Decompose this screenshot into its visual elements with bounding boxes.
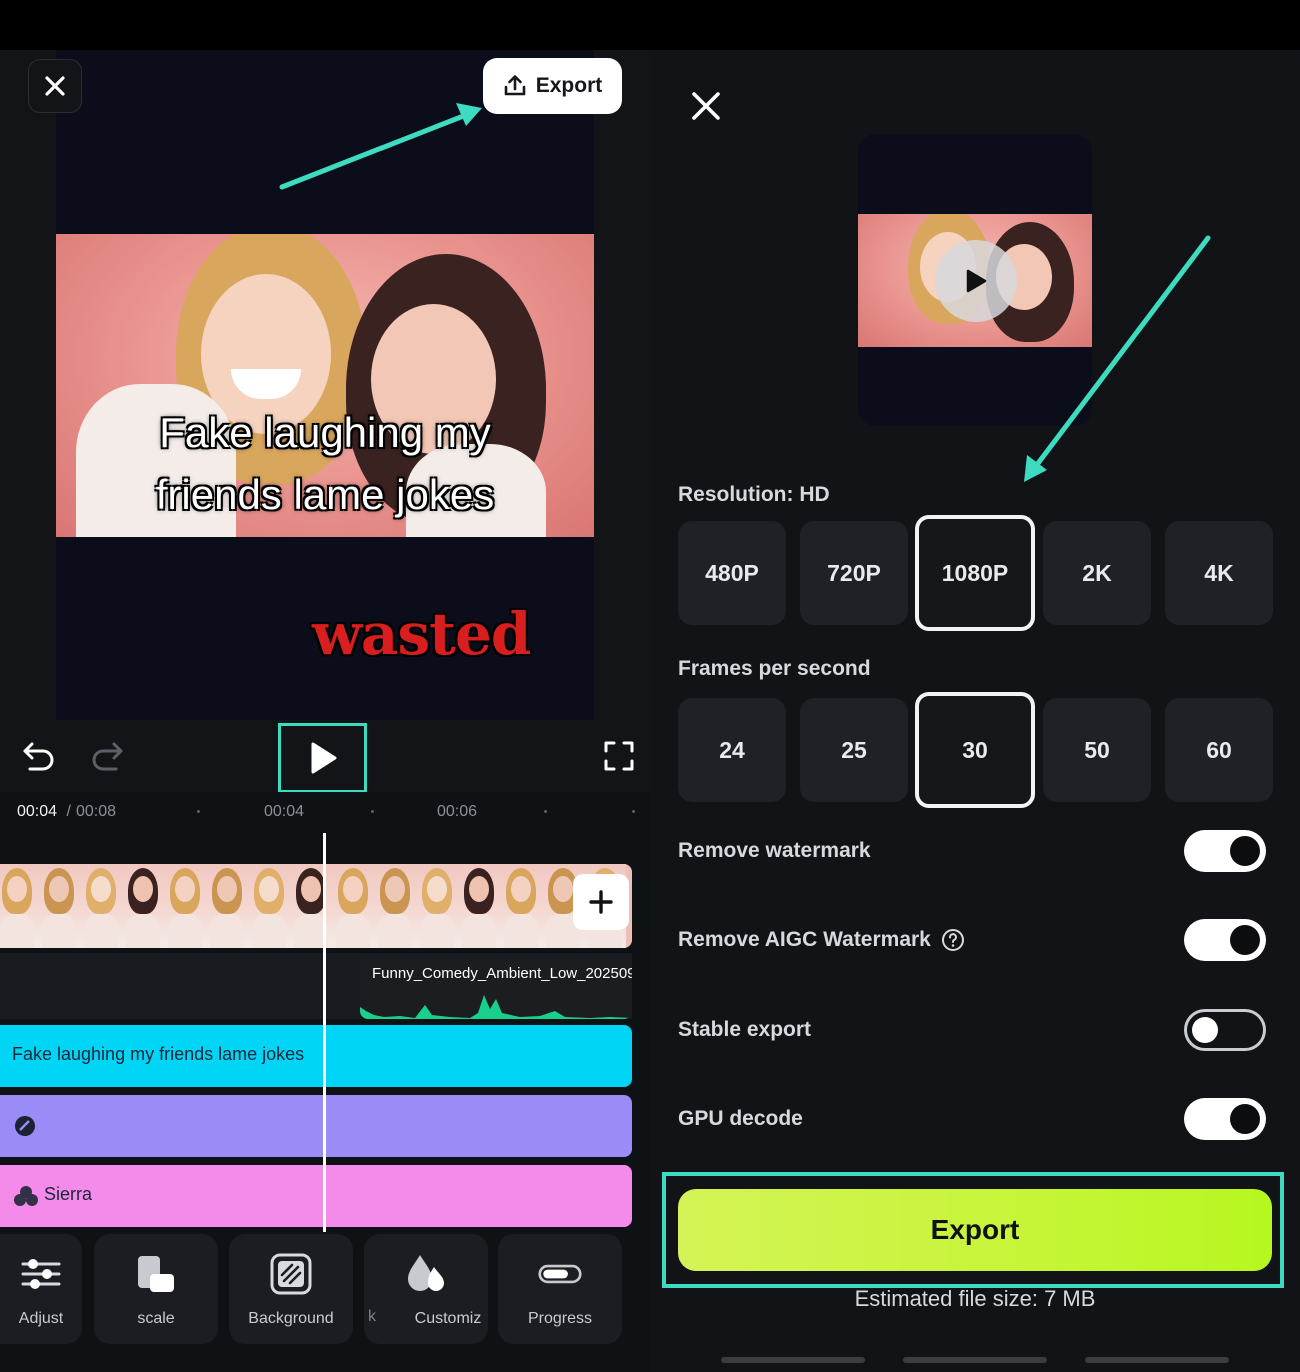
time-separator: / xyxy=(62,803,76,820)
video-thumbnail xyxy=(164,864,206,948)
video-thumbnail xyxy=(0,864,38,948)
tool-label: scale xyxy=(137,1310,175,1327)
video-thumbnail xyxy=(38,864,80,948)
video-thumbnail xyxy=(500,864,542,948)
tool-label-clipped: k xyxy=(368,1308,376,1325)
text-track[interactable]: Fake laughing my friends lame jokes xyxy=(0,1025,632,1087)
video-thumbnail xyxy=(80,864,122,948)
video-track[interactable] xyxy=(0,864,632,948)
remove-aigc-watermark-label: Remove AIGC Watermark xyxy=(678,928,965,952)
video-thumbnail xyxy=(374,864,416,948)
gpu-decode-toggle[interactable] xyxy=(1184,1098,1266,1140)
play-icon xyxy=(966,269,987,293)
ruler-mark: 00:06 xyxy=(437,803,478,820)
resolution-title: Resolution: HD xyxy=(678,483,830,506)
question-circle-icon[interactable] xyxy=(941,928,965,952)
tool-customize[interactable]: k Customiz xyxy=(364,1234,488,1344)
progress-icon xyxy=(538,1252,582,1296)
effect-icon xyxy=(15,1116,35,1136)
remove-aigc-watermark-toggle[interactable] xyxy=(1184,919,1266,961)
nav-indicator xyxy=(1085,1357,1229,1363)
export-button[interactable]: Export xyxy=(678,1189,1272,1271)
tool-adjust[interactable]: Adjust xyxy=(0,1234,82,1344)
current-time: 00:04 xyxy=(17,803,58,820)
toolbar: Adjust scale Background k Customiz Progr… xyxy=(0,1232,650,1372)
tool-scale[interactable]: scale xyxy=(94,1234,218,1344)
remove-watermark-toggle[interactable] xyxy=(1184,830,1266,872)
play-button[interactable] xyxy=(278,723,367,793)
fps-30[interactable]: 30 xyxy=(915,692,1035,808)
export-preview xyxy=(858,134,1092,426)
undo-icon[interactable] xyxy=(22,740,56,772)
video-thumbnail xyxy=(416,864,458,948)
video-thumbnail xyxy=(122,864,164,948)
tool-background[interactable]: Background xyxy=(229,1234,353,1344)
fps-title: Frames per second xyxy=(678,657,871,680)
export-settings-panel: Resolution: HD 480P 720P 1080P 2K 4K Fra… xyxy=(650,50,1300,1372)
adjust-icon xyxy=(19,1252,63,1296)
resolution-1080p[interactable]: 1080P xyxy=(915,515,1035,631)
text-track-label: Fake laughing my friends lame jokes xyxy=(12,1044,305,1064)
customize-icon xyxy=(404,1252,448,1296)
fps-24[interactable]: 24 xyxy=(678,698,786,802)
stable-export-toggle[interactable] xyxy=(1184,1009,1266,1051)
fps-50[interactable]: 50 xyxy=(1043,698,1151,802)
fullscreen-icon[interactable] xyxy=(603,740,635,772)
upload-icon xyxy=(504,75,526,96)
nav-indicator xyxy=(721,1357,865,1363)
video-frame[interactable]: Fake laughing my friends lame jokes wast… xyxy=(56,50,594,720)
caption-line-2: friends lame jokes xyxy=(155,471,495,518)
redo-icon[interactable] xyxy=(90,740,124,772)
ruler-mark: 00:04 xyxy=(264,803,305,820)
resolution-2k[interactable]: 2K xyxy=(1043,521,1151,625)
resolution-720p[interactable]: 720P xyxy=(800,521,908,625)
video-thumbnail xyxy=(206,864,248,948)
tool-label: Background xyxy=(248,1310,334,1327)
add-clip-button[interactable] xyxy=(573,874,629,930)
play-icon xyxy=(311,742,336,774)
preview-play-button[interactable] xyxy=(935,240,1017,322)
fps-60[interactable]: 60 xyxy=(1165,698,1273,802)
playhead[interactable] xyxy=(323,833,326,1233)
audio-clip-name: Funny_Comedy_Ambient_Low_202509 xyxy=(372,965,632,982)
plus-icon xyxy=(589,890,613,914)
close-icon[interactable] xyxy=(688,88,724,124)
filter-icon xyxy=(14,1186,38,1206)
tool-label: Progress xyxy=(527,1310,593,1327)
tool-label: Adjust xyxy=(18,1310,64,1327)
video-image: Fake laughing my friends lame jokes xyxy=(56,234,594,537)
nav-indicator xyxy=(903,1357,1047,1363)
effect-track[interactable] xyxy=(0,1095,632,1157)
video-thumbnail xyxy=(332,864,374,948)
export-top-label: Export xyxy=(535,74,603,97)
wasted-sticker[interactable]: wasted xyxy=(312,600,531,668)
close-button[interactable] xyxy=(28,59,82,113)
caption-line-1: Fake laughing my xyxy=(159,409,491,456)
timeline-ruler: 00:04 / 00:08 00:04 00:06 xyxy=(0,792,650,832)
stable-export-label: Stable export xyxy=(678,1018,812,1041)
export-button-top[interactable]: Export xyxy=(483,58,622,114)
gpu-decode-label: GPU decode xyxy=(678,1107,803,1130)
tool-label: Customiz xyxy=(414,1310,482,1327)
filter-track-label: Sierra xyxy=(44,1184,93,1204)
preview-canvas: Fake laughing my friends lame jokes wast… xyxy=(0,50,650,732)
estimated-file-size: Estimated file size: 7 MB xyxy=(854,1286,1096,1311)
background-icon xyxy=(269,1252,313,1296)
resolution-480p[interactable]: 480P xyxy=(678,521,786,625)
scale-icon xyxy=(134,1252,178,1296)
fps-25[interactable]: 25 xyxy=(800,698,908,802)
filter-track[interactable]: Sierra xyxy=(0,1165,632,1227)
resolution-4k[interactable]: 4K xyxy=(1165,521,1273,625)
close-icon xyxy=(45,76,65,96)
editor-panel: Fake laughing my friends lame jokes wast… xyxy=(0,50,650,1372)
remove-watermark-label: Remove watermark xyxy=(678,839,871,862)
audio-clip[interactable]: Funny_Comedy_Ambient_Low_202509 xyxy=(360,957,632,1019)
tool-progress[interactable]: Progress xyxy=(498,1234,622,1344)
video-thumbnail xyxy=(458,864,500,948)
audio-waveform xyxy=(360,995,632,1019)
total-time: 00:08 xyxy=(76,803,117,820)
video-thumbnail xyxy=(248,864,290,948)
